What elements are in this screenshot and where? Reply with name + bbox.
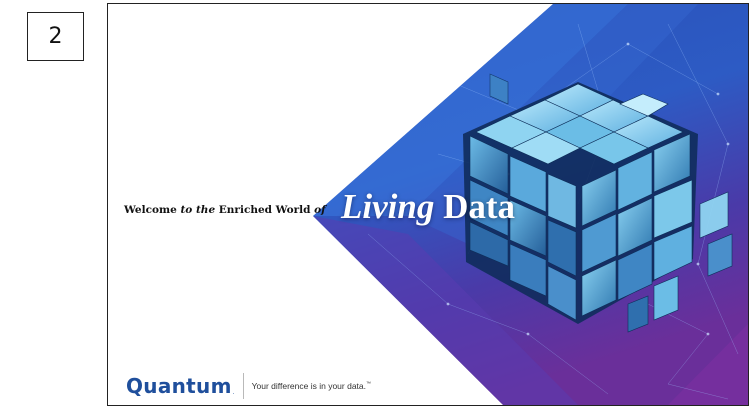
slide: Welcome to the Enriched World of Living …: [107, 3, 749, 406]
page-number-box: 2: [27, 12, 84, 61]
tagline-text: Your difference is in your data.: [251, 381, 366, 391]
tagline: Your difference is in your data.™: [252, 381, 371, 391]
logo-mark: .: [232, 389, 235, 396]
welcome-part-1: Welcome: [124, 204, 181, 216]
headline-data: Data: [443, 187, 516, 226]
welcome-part-3: Enriched World: [215, 204, 315, 216]
tagline-trademark: ™: [366, 381, 371, 388]
welcome-part-4: of: [314, 204, 326, 216]
footer: Quantum. Your difference is in your data…: [126, 373, 371, 399]
headline-living: Living: [341, 187, 435, 226]
welcome-text: Welcome to the Enriched World of: [124, 204, 326, 216]
page-number: 2: [48, 24, 63, 49]
quantum-logo: Quantum: [126, 374, 232, 398]
footer-divider: [242, 373, 244, 399]
headline-living-data: Living Data: [341, 187, 515, 227]
welcome-part-2: to the: [180, 204, 216, 216]
